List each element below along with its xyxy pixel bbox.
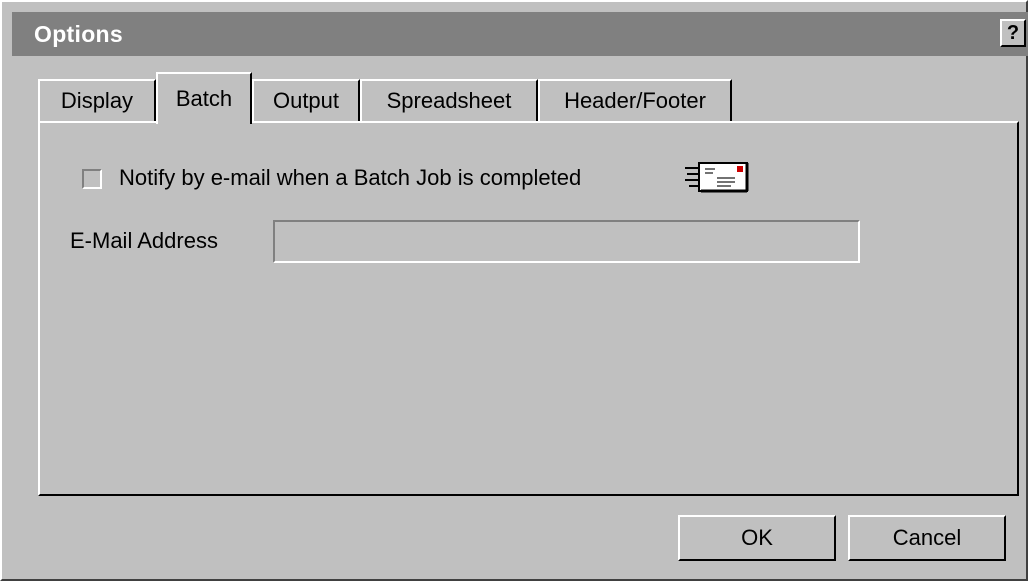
notify-checkbox[interactable] — [82, 169, 102, 189]
email-address-label: E-Mail Address — [70, 228, 218, 253]
envelope-icon — [685, 162, 749, 193]
tab-display[interactable]: Display — [38, 79, 156, 121]
email-address-input[interactable] — [273, 220, 860, 263]
help-button[interactable]: ? — [1000, 19, 1026, 47]
notify-checkbox-label[interactable]: Notify by e-mail when a Batch Job is com… — [119, 165, 581, 191]
tab-spreadsheet[interactable]: Spreadsheet — [360, 79, 538, 121]
tab-output[interactable]: Output — [252, 79, 360, 121]
window-title: Options — [34, 20, 123, 47]
title-bar: Options ? — [12, 12, 1028, 56]
options-dialog: Options ? Display Batch Output Spreadshe… — [0, 0, 1028, 581]
cancel-button[interactable]: Cancel — [848, 515, 1006, 561]
tab-header-footer[interactable]: Header/Footer — [538, 79, 732, 121]
tab-batch[interactable]: Batch — [156, 72, 252, 124]
ok-button[interactable]: OK — [678, 515, 836, 561]
